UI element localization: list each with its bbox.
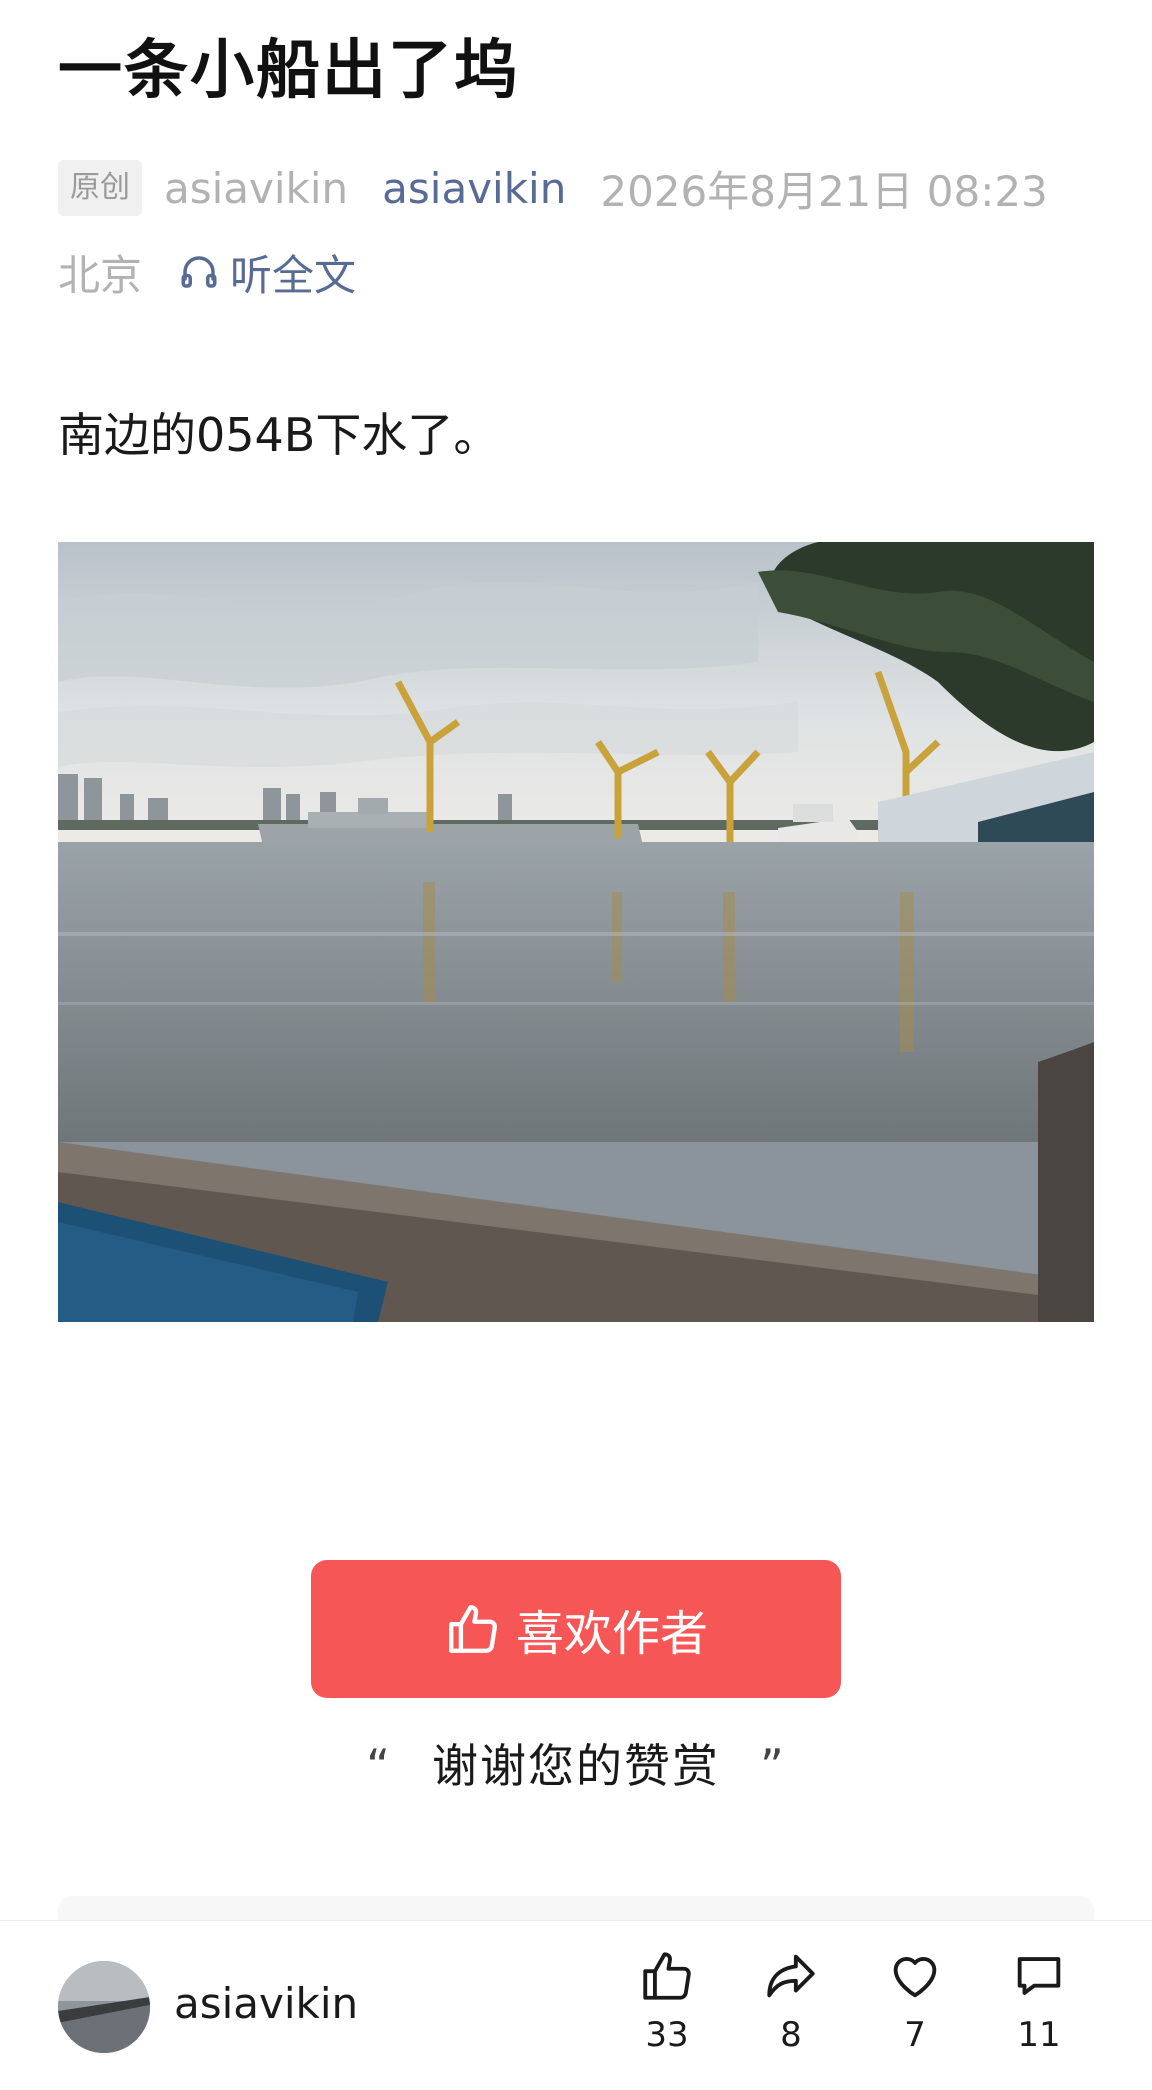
share-icon	[767, 1954, 815, 1998]
comment-icon	[1017, 1957, 1061, 1995]
thumbs-up-icon	[643, 1952, 691, 2000]
listen-button[interactable]: 听全文	[178, 242, 356, 303]
share-action[interactable]: 8	[736, 1947, 846, 2055]
heart-icon	[893, 1957, 937, 1998]
article-title: 一条小船出了坞	[58, 34, 520, 108]
article-body: 南边的054B下水了。	[58, 408, 500, 462]
thanks-text: 谢谢您的赞赏	[432, 1739, 720, 1793]
open-quote: “	[366, 1739, 392, 1793]
headphones-icon	[181, 256, 217, 288]
like-action[interactable]: 33	[612, 1947, 722, 2055]
like-author-button[interactable]: 喜欢作者	[311, 1560, 841, 1698]
comment-count: 11	[1017, 2015, 1061, 2055]
account-link[interactable]: asiavikin	[382, 164, 566, 213]
avatar-image	[58, 1961, 150, 2053]
like-count: 33	[645, 2015, 689, 2055]
original-badge: 原创	[58, 160, 142, 216]
like-author-label: 喜欢作者	[515, 1606, 708, 1662]
bottom-author-name[interactable]: asiavikin	[174, 1979, 358, 2028]
close-quote: ”	[760, 1739, 786, 1793]
listen-label: 听全文	[230, 250, 357, 300]
article-photo[interactable]	[58, 542, 1094, 1322]
favorite-count: 7	[904, 2015, 926, 2055]
author-name: asiavikin	[164, 163, 349, 213]
shipyard-photo	[58, 542, 1094, 1322]
favorite-action[interactable]: 7	[860, 1947, 970, 2055]
avatar[interactable]	[58, 1961, 150, 2053]
share-count: 8	[780, 2015, 802, 2055]
thumbs-up-icon	[449, 1605, 497, 1653]
reward-thanks: “ 谢谢您的赞赏 ”	[0, 1730, 1152, 1796]
bottom-toolbar: asiavikin 33 8 7 11	[0, 1920, 1152, 2090]
publish-datetime: 2026年8月21日 08:23	[600, 166, 1048, 216]
article-page: 一条小船出了坞 原创 asiavikin asiavikin 2026年8月21…	[0, 0, 1152, 2090]
location-label: 北京	[58, 250, 143, 300]
comment-action[interactable]: 11	[984, 1947, 1094, 2055]
article-meta: 原创 asiavikin asiavikin 2026年8月21日 08:23	[58, 160, 1048, 216]
article-meta-secondary: 北京 听全文	[58, 244, 356, 300]
